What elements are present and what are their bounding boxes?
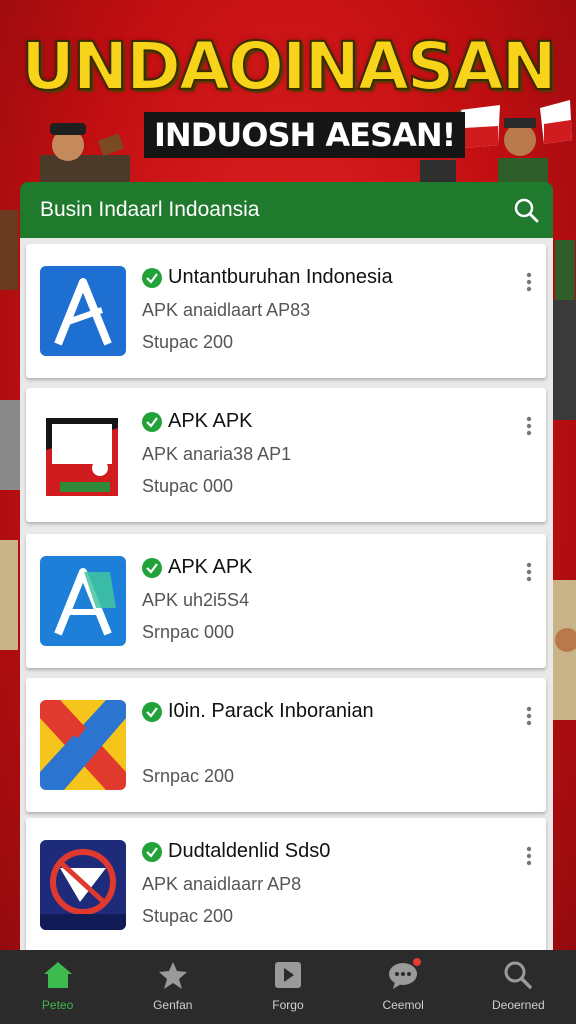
banner-subtitle: INDUOSH AESAN! [144, 112, 466, 158]
search-input[interactable]: Busin Indaarl Indoansia [40, 198, 513, 222]
app-title: I0in. Parack Inboranian [142, 700, 374, 723]
app-icon-flag [40, 410, 126, 500]
verified-icon [142, 701, 162, 722]
side-decoration-right [553, 240, 576, 720]
app-size: Stupac 200 [142, 332, 234, 352]
more-options-icon[interactable] [526, 416, 532, 436]
app-subtitle: APK uh2i5S4 [142, 590, 250, 610]
list-item[interactable]: APK APK APK anaria38 AP1 Stupac 000 [26, 388, 546, 522]
app-size: Srnpac 200 [142, 766, 235, 786]
app-subtitle: APK anaria38 AP1 [142, 444, 292, 464]
bottom-navigation: Peteo Genfan Forgo Ceemol Deoerned [0, 950, 576, 1024]
notification-badge [413, 958, 422, 966]
nav-label: Deoerned [491, 998, 545, 1012]
search-icon[interactable] [513, 197, 539, 223]
search-icon [504, 961, 533, 989]
nav-label: Genfan [153, 998, 193, 1012]
promo-banner: UNDAOINASAN INDUOSH AESAN! [0, 0, 576, 195]
more-options-icon[interactable] [526, 272, 532, 292]
app-subtitle: APK anaidlaarr AP8 [142, 874, 302, 894]
search-bar[interactable]: Busin Indaarl Indoansia [20, 182, 553, 238]
app-list: Untantburuhan Indonesia APK anaidlaart A… [20, 238, 553, 952]
app-title: APK APK [142, 410, 253, 433]
more-options-icon[interactable] [526, 706, 532, 726]
verified-icon [142, 841, 162, 862]
app-icon-x [40, 700, 126, 790]
verified-icon [142, 267, 162, 288]
nav-item-home[interactable]: Peteo [8, 960, 108, 1014]
verified-icon [142, 557, 162, 578]
more-options-icon[interactable] [526, 562, 532, 582]
app-size: Srnpac 000 [142, 622, 235, 642]
app-store-icon [40, 266, 126, 356]
list-item[interactable]: Untantburuhan Indonesia APK anaidlaart A… [26, 244, 546, 378]
app-size: Stupac 200 [142, 906, 234, 926]
app-title: Dudtaldenlid Sds0 [142, 840, 330, 863]
app-size: Stupac 000 [142, 476, 234, 496]
nav-item-favorites[interactable]: Genfan [123, 960, 223, 1014]
side-decoration-left [0, 210, 20, 650]
nav-item-chat[interactable]: Ceemol [353, 958, 453, 1014]
app-subtitle: APK anaidlaart AP83 [142, 300, 311, 320]
more-options-icon[interactable] [526, 846, 532, 866]
app-icon-emblem [40, 840, 126, 930]
nav-item-media[interactable]: Forgo [238, 960, 338, 1014]
nav-label: Ceemol [382, 998, 424, 1012]
app-title: Untantburuhan Indonesia [142, 266, 393, 289]
banner-title: UNDAOINASAN [20, 27, 558, 106]
nav-label: Forgo [272, 998, 304, 1012]
app-title: APK APK [142, 556, 253, 579]
list-item[interactable]: I0in. Parack Inboranian Srnpac 200 [26, 678, 546, 812]
list-item[interactable]: APK APK APK uh2i5S4 Srnpac 000 [26, 534, 546, 668]
app-store-icon [40, 556, 126, 646]
star-icon [158, 962, 187, 989]
list-item[interactable]: Dudtaldenlid Sds0 APK anaidlaarr AP8 Stu… [26, 818, 546, 952]
nav-item-search[interactable]: Deoerned [468, 960, 568, 1014]
home-icon [43, 962, 72, 988]
film-icon [274, 962, 301, 988]
nav-label: Peteo [41, 998, 74, 1012]
verified-icon [142, 411, 162, 432]
